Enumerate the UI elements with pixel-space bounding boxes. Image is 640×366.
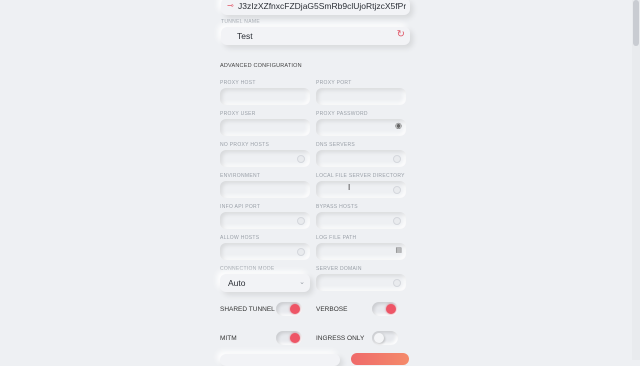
- info-icon: [297, 155, 305, 163]
- allow-hosts-input[interactable]: [220, 243, 310, 260]
- log-file-path-input[interactable]: ▤: [316, 243, 406, 260]
- proxy-host-input[interactable]: [220, 88, 310, 105]
- verbose-label: VERBOSE: [316, 306, 348, 313]
- local-file-server-directory-input[interactable]: I: [316, 181, 406, 198]
- toggle-knob: [290, 304, 300, 314]
- environment-label: ENVIRONMENT: [220, 173, 261, 179]
- no-proxy-hosts-label: NO PROXY HOSTS: [220, 142, 270, 148]
- toggle-knob: [290, 333, 300, 343]
- scrollbar-track[interactable]: [632, 0, 640, 360]
- scrollbar-thumb[interactable]: [633, 0, 639, 46]
- info-icon: [297, 248, 305, 256]
- dns-servers-input[interactable]: [316, 150, 406, 167]
- tunnel-name-value: Test: [237, 31, 253, 41]
- mitm-label: MITM: [220, 335, 237, 342]
- dns-servers-label: DNS SERVERS: [316, 142, 356, 148]
- info-api-port-input[interactable]: [220, 212, 310, 229]
- connection-mode-value: Auto: [228, 278, 246, 288]
- chevron-down-icon: ⌄: [299, 279, 305, 286]
- info-icon: [393, 155, 401, 163]
- shared-tunnel-toggle[interactable]: [276, 302, 302, 316]
- no-proxy-hosts-input[interactable]: [220, 150, 310, 167]
- proxy-host-label: PROXY HOST: [220, 80, 256, 86]
- bypass-hosts-input[interactable]: [316, 212, 406, 229]
- log-file-path-label: LOG FILE PATH: [316, 235, 357, 241]
- text-cursor-icon: I: [348, 183, 351, 192]
- ingress-only-toggle[interactable]: [372, 331, 398, 345]
- bypass-hosts-label: BYPASS HOSTS: [316, 204, 358, 210]
- key-field[interactable]: ⊸ J3zIzXZfnxcFZDjaG5SmRb9clUjoRtjzcX5fPr: [221, 0, 410, 15]
- proxy-user-input[interactable]: [220, 119, 310, 136]
- tunnel-name-label: TUNNEL NAME: [221, 19, 260, 25]
- info-icon: [393, 186, 401, 194]
- mitm-toggle[interactable]: [276, 331, 302, 345]
- key-icon: ⊸: [227, 1, 234, 10]
- info-icon: [297, 217, 305, 225]
- primary-button[interactable]: [351, 353, 409, 365]
- server-domain-label: SERVER DOMAIN: [316, 266, 362, 272]
- proxy-port-input[interactable]: [316, 88, 406, 105]
- shared-tunnel-label: SHARED TUNNEL: [220, 306, 275, 313]
- folder-icon[interactable]: ▤: [395, 246, 402, 254]
- proxy-port-label: PROXY PORT: [316, 80, 352, 86]
- secondary-button[interactable]: [220, 354, 340, 366]
- key-value: J3zIzXZfnxcFZDjaG5SmRb9clUjoRtjzcX5fPr: [238, 1, 406, 11]
- ingress-only-label: INGRESS ONLY: [316, 335, 365, 342]
- tunnel-name-input[interactable]: Test ↻: [221, 27, 410, 45]
- local-file-server-directory-label: LOCAL FILE SERVER DIRECTORY: [316, 173, 405, 179]
- eye-icon[interactable]: ◉: [395, 121, 402, 130]
- toggle-knob: [386, 304, 396, 314]
- advanced-configuration-title: ADVANCED CONFIGURATION: [220, 63, 302, 69]
- allow-hosts-label: ALLOW HOSTS: [220, 235, 260, 241]
- info-api-port-label: INFO API PORT: [220, 204, 261, 210]
- verbose-toggle[interactable]: [372, 302, 398, 316]
- proxy-user-label: PROXY USER: [220, 111, 256, 117]
- info-icon: [393, 217, 401, 225]
- toggle-knob: [374, 333, 384, 343]
- connection-mode-label: CONNECTION MODE: [220, 266, 275, 272]
- environment-input[interactable]: [220, 181, 310, 198]
- proxy-password-label: PROXY PASSWORD: [316, 111, 368, 117]
- proxy-password-input[interactable]: ◉: [316, 119, 406, 136]
- refresh-icon[interactable]: ↻: [397, 29, 405, 40]
- connection-mode-select[interactable]: Auto ⌄: [220, 274, 310, 292]
- server-domain-input[interactable]: [316, 274, 406, 291]
- info-icon: [393, 279, 401, 287]
